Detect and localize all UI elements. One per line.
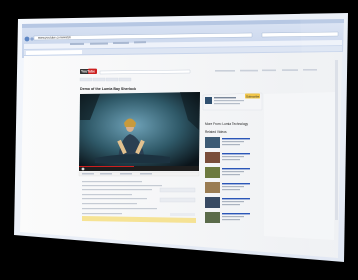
address-text: www.youtube.com/watch	[38, 35, 71, 39]
photo-of-monitor: www.youtube.com/watch YouTube Demo of th…	[0, 0, 358, 280]
play-icon	[81, 167, 85, 171]
sidebar-subheading: Related Videos	[205, 130, 227, 134]
svg-text:YouTube: YouTube	[81, 70, 95, 74]
channel-avatar	[205, 97, 212, 104]
youtube-logo: YouTube	[80, 68, 97, 74]
forward-icon	[30, 37, 34, 41]
back-icon	[24, 36, 30, 42]
video-title: Demo of the Lumia Bay Sherlock	[80, 87, 136, 91]
sidebar-heading: More From: Lumia Technology	[205, 122, 248, 126]
svg-text:Subscribe: Subscribe	[246, 94, 260, 98]
